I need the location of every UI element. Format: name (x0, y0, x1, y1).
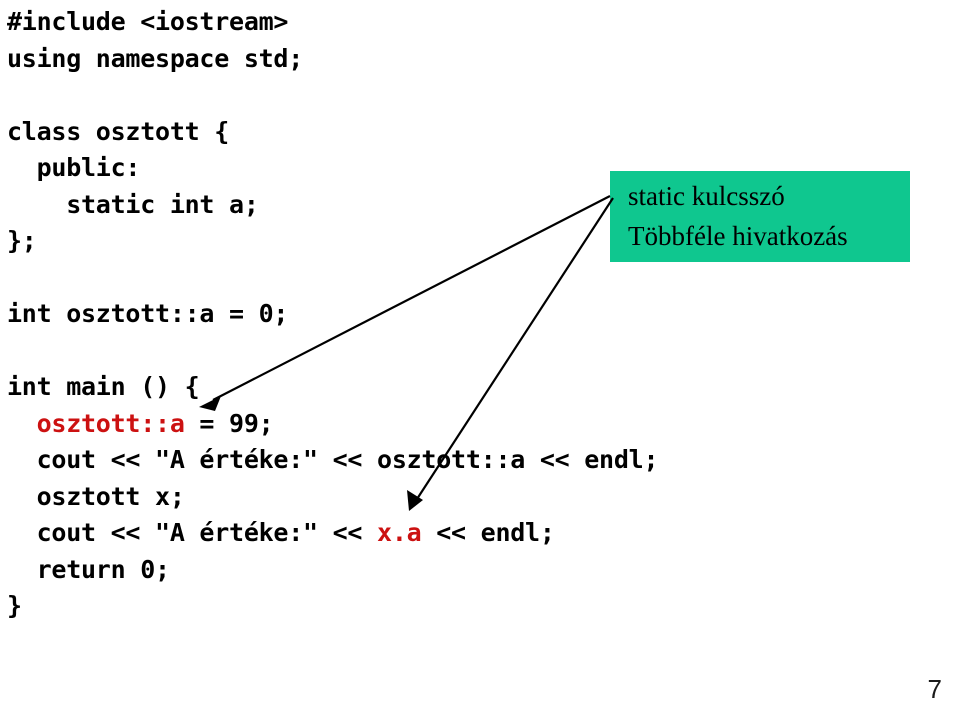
code-line-main-end: } (7, 591, 22, 620)
code-line-return: return 0; (7, 554, 170, 584)
token-osztott-a: osztott::a (7, 408, 185, 438)
code-line-blank-1 (7, 77, 658, 114)
token-x-dot-a: x.a (377, 518, 422, 547)
code-line-main: int main () { (7, 372, 200, 401)
code-line-assign: osztott::a = 99; (7, 406, 658, 443)
code-line-cout-member: cout << "A értéke:" << x.a << endl; (7, 515, 658, 552)
callout-line-2: Többféle hivatkozás (628, 221, 848, 251)
code-line-static-a: static int a; (7, 189, 259, 219)
cpp-source-code: #include <iostream> using namespace std; c… (7, 4, 659, 625)
token-cout-tail: << endl; (421, 518, 555, 547)
code-line-blank-3 (7, 333, 658, 370)
code-line-cout-static: cout << "A értéke:" << osztott::a << end… (7, 445, 659, 474)
code-line-object-x: osztott x; (7, 481, 185, 511)
code-line-definition-a: int osztott::a = 0; (7, 299, 289, 328)
code-line-class-end: }; (7, 226, 37, 255)
slide-canvas: static kulcsszó Többféle hivatkozás #inc… (0, 0, 960, 713)
code-line-using: using namespace std; (7, 43, 304, 73)
code-line-public: public: (7, 153, 141, 182)
page-number: 7 (927, 674, 942, 704)
code-line-class: class osztott { (7, 116, 230, 146)
callout-line-1: static kulcsszó (628, 181, 785, 211)
token-assign-99: = 99; (184, 408, 274, 438)
token-cout-head: cout << "A értéke:" << (7, 518, 378, 547)
code-line-include: #include <iostream> (7, 7, 289, 36)
code-line-blank-2 (7, 260, 658, 297)
